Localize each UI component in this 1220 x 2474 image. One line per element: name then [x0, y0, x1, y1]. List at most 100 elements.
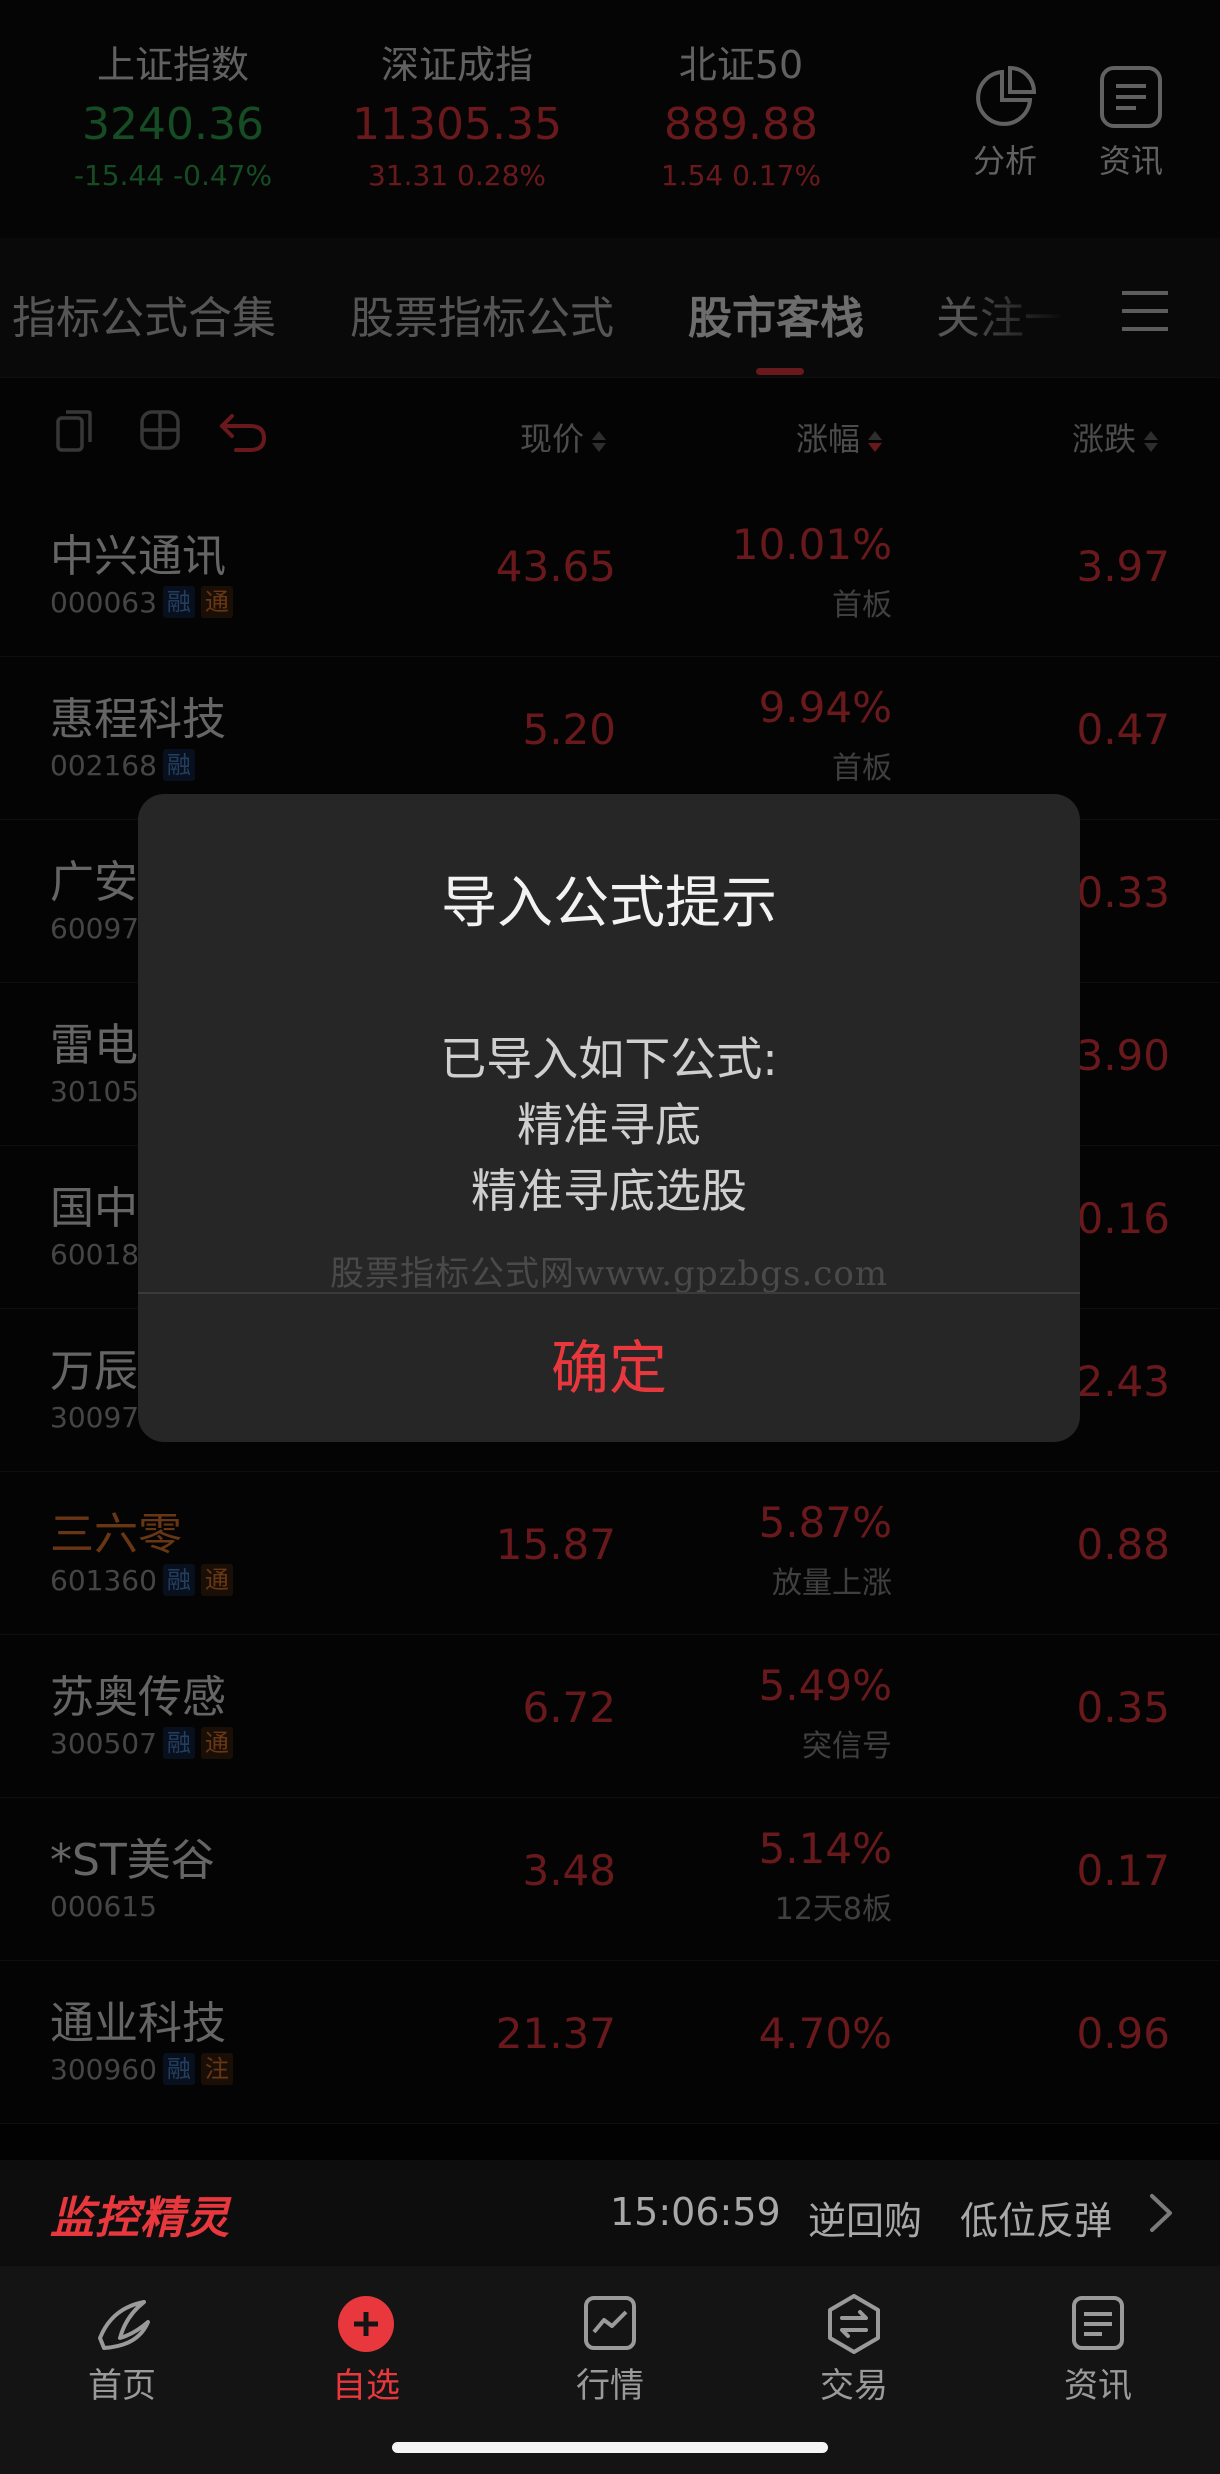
tag-margin: 融 [162, 2053, 195, 2085]
stock-note: 突信号 [802, 1729, 892, 1764]
stock-change: 0.88 [1076, 1520, 1170, 1569]
undo-icon [220, 414, 267, 452]
dialog-formula-name: 精准寻底 [517, 1098, 701, 1152]
stock-code: 60097 [50, 912, 140, 945]
monitor-bar[interactable]: 监控精灵 15:06:59 逆回购 低位反弹 [0, 2160, 1220, 2266]
stock-change: 0.17 [1076, 1846, 1170, 1895]
index-change: 31.31 0.28% [367, 159, 546, 192]
stock-code: 30105 [50, 1075, 140, 1108]
analysis-button[interactable]: 分析 [950, 64, 1060, 182]
dialog-line: 已导入如下公式: [440, 1032, 778, 1086]
document-icon [1072, 2296, 1124, 2350]
nav-watchlist[interactable]: 自选 [286, 2294, 446, 2407]
nav-home[interactable]: 首页 [42, 2294, 202, 2407]
tab-stock-formula[interactable]: 股票指标公式 [350, 282, 614, 346]
hamburger-icon [1122, 291, 1168, 331]
analysis-label: 分析 [972, 142, 1037, 180]
confirm-button[interactable]: 确定 [138, 1294, 1080, 1442]
pie-chart-icon [976, 65, 1037, 126]
stock-name: *ST美谷 [50, 1835, 215, 1886]
stock-change: 0.16 [1076, 1194, 1170, 1243]
column-pct-label: 涨幅 [796, 420, 861, 458]
index-shanghai[interactable]: 上证指数 3240.36 -15.44 -0.47% [38, 36, 308, 196]
nav-market[interactable]: 行情 [530, 2294, 690, 2407]
copy-button[interactable] [54, 408, 94, 458]
sort-icon [1144, 428, 1159, 455]
tag-note: 注 [200, 2053, 233, 2085]
column-pct[interactable]: 涨幅 [796, 414, 883, 460]
stock-code: 002168 融 [50, 749, 195, 782]
stock-name: 惠程科技 [50, 694, 226, 745]
index-change: 1.54 0.17% [660, 159, 822, 192]
tag-margin: 融 [162, 1727, 195, 1759]
tag-connect: 通 [200, 1727, 233, 1759]
nav-label: 首页 [88, 2366, 156, 2406]
stock-note: 首板 [832, 588, 892, 623]
stock-change: 2.43 [1076, 1357, 1170, 1406]
stock-code: 30097 [50, 1401, 140, 1434]
stock-change: 0.35 [1076, 1683, 1170, 1732]
exchange-hexagon-icon [828, 2294, 880, 2354]
home-swoosh-icon [98, 2300, 150, 2350]
stock-code: 60018 [50, 1238, 140, 1271]
grid-icon [140, 410, 180, 450]
table-row[interactable]: 苏奥传感 300507 融通 6.72 5.49% 突信号 0.35 [0, 1635, 1220, 1798]
nav-trade[interactable]: 交易 [774, 2294, 934, 2407]
stock-pct: 9.94% [758, 683, 892, 732]
document-icon [1100, 66, 1162, 128]
stock-code: 300960 融注 [50, 2053, 233, 2086]
news-button[interactable]: 资讯 [1076, 64, 1186, 182]
stock-pct: 10.01% [731, 520, 892, 569]
home-indicator[interactable] [392, 2442, 828, 2453]
dialog-message: 已导入如下公式: 精准寻底 精准寻底选股 [138, 1026, 1080, 1224]
stock-name: 通业科技 [50, 1998, 226, 2049]
stock-change: 0.33 [1076, 868, 1170, 917]
stock-pct: 5.87% [758, 1498, 892, 1547]
stock-pct: 4.70% [758, 2009, 892, 2058]
tab-formula-collection[interactable]: 指标公式合集 [12, 282, 276, 346]
nav-news[interactable]: 资讯 [1018, 2294, 1178, 2407]
grid-button[interactable] [138, 408, 182, 456]
stock-pct: 5.49% [758, 1661, 892, 1710]
monitor-brand: 监控精灵 [50, 2193, 230, 2244]
column-price[interactable]: 现价 [520, 414, 607, 460]
tab-stock-inn[interactable]: 股市客栈 [688, 282, 864, 346]
index-beijing50[interactable]: 北证50 889.88 1.54 0.17% [606, 36, 876, 196]
index-shenzhen[interactable]: 深证成指 11305.35 31.31 0.28% [322, 36, 592, 196]
stock-price: 3.48 [522, 1846, 616, 1895]
monitor-more-button[interactable] [1148, 2190, 1174, 2240]
table-row[interactable]: 通业科技 300960 融注 21.37 4.70% 0.96 [0, 1961, 1220, 2124]
dialog-title: 导入公式提示 [441, 871, 777, 936]
column-change[interactable]: 涨跌 [1072, 414, 1159, 460]
undo-button[interactable] [218, 408, 268, 458]
stock-name: 雷电 [50, 1020, 138, 1071]
menu-button[interactable] [1120, 288, 1170, 338]
nav-label: 行情 [576, 2366, 644, 2406]
stock-price: 21.37 [495, 2009, 616, 2058]
tab-fade [960, 240, 1090, 376]
stock-change: 0.47 [1076, 705, 1170, 754]
stock-price: 6.72 [522, 1683, 616, 1732]
sort-icon [592, 428, 607, 455]
index-name: 深证成指 [380, 43, 533, 87]
chevron-right-icon [1150, 2194, 1172, 2232]
stock-change: 0.96 [1076, 2009, 1170, 2058]
index-change: -15.44 -0.47% [73, 159, 273, 192]
stock-code: 000063 融通 [50, 586, 233, 619]
stock-pct: 5.14% [758, 1824, 892, 1873]
table-row[interactable]: 三六零 601360 融通 15.87 5.87% 放量上涨 0.88 [0, 1472, 1220, 1635]
index-value: 889.88 [664, 99, 818, 150]
monitor-tip: 逆回购 [808, 2199, 923, 2243]
index-name: 北证50 [678, 43, 804, 87]
index-name: 上证指数 [96, 43, 249, 87]
stock-note: 放量上涨 [772, 1566, 892, 1601]
copy-icon [56, 410, 92, 452]
news-label: 资讯 [1098, 142, 1163, 180]
table-row[interactable]: 中兴通讯 000063 融通 43.65 10.01% 首板 3.97 [0, 494, 1220, 657]
index-value: 3240.36 [82, 99, 264, 150]
table-row[interactable]: *ST美谷 000615 3.48 5.14% 12天8板 0.17 [0, 1798, 1220, 1961]
tag-connect: 通 [200, 1564, 233, 1596]
stock-code: 601360 融通 [50, 1564, 233, 1597]
nav-label: 自选 [332, 2366, 400, 2406]
stock-name: 万辰 [50, 1346, 138, 1397]
